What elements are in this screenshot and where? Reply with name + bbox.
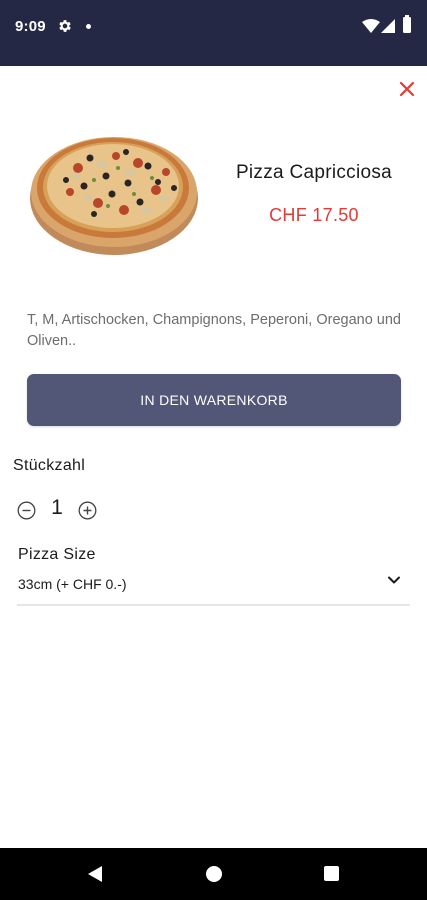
quantity-value: 1 bbox=[51, 496, 63, 519]
back-icon[interactable] bbox=[87, 865, 103, 883]
wifi-icon bbox=[362, 19, 380, 33]
gear-icon bbox=[59, 20, 71, 32]
close-button[interactable] bbox=[396, 78, 418, 100]
add-to-cart-label: IN DEN WARENKORB bbox=[140, 392, 288, 408]
product-description: T, M, Artischocken, Champignons, Peperon… bbox=[27, 312, 401, 349]
product-detail-screen: 9:09 Pizza Capricciosa CHF 17.50 T, M, A… bbox=[0, 0, 427, 900]
size-label: Pizza Size bbox=[18, 546, 96, 563]
product-price: CHF 17.50 bbox=[269, 205, 359, 225]
chevron-down-icon bbox=[388, 576, 400, 584]
home-icon[interactable] bbox=[206, 866, 222, 882]
plus-circle-icon[interactable] bbox=[78, 501, 97, 520]
pizza-image bbox=[30, 137, 198, 255]
signal-icon bbox=[381, 19, 395, 33]
size-select[interactable]: 33cm (+ CHF 0.-) bbox=[17, 566, 410, 606]
navigation-bar bbox=[0, 848, 427, 900]
size-selected-value: 33cm (+ CHF 0.-) bbox=[18, 576, 127, 592]
dot-icon bbox=[86, 24, 91, 29]
add-to-cart-button[interactable]: IN DEN WARENKORB bbox=[27, 374, 401, 426]
minus-circle-icon[interactable] bbox=[17, 501, 36, 520]
status-bar: 9:09 bbox=[0, 0, 427, 66]
status-time: 9:09 bbox=[15, 18, 46, 35]
battery-icon bbox=[403, 15, 411, 33]
quantity-label: Stückzahl bbox=[13, 457, 86, 474]
product-name: Pizza Capricciosa bbox=[235, 162, 393, 183]
recents-icon[interactable] bbox=[324, 866, 339, 881]
